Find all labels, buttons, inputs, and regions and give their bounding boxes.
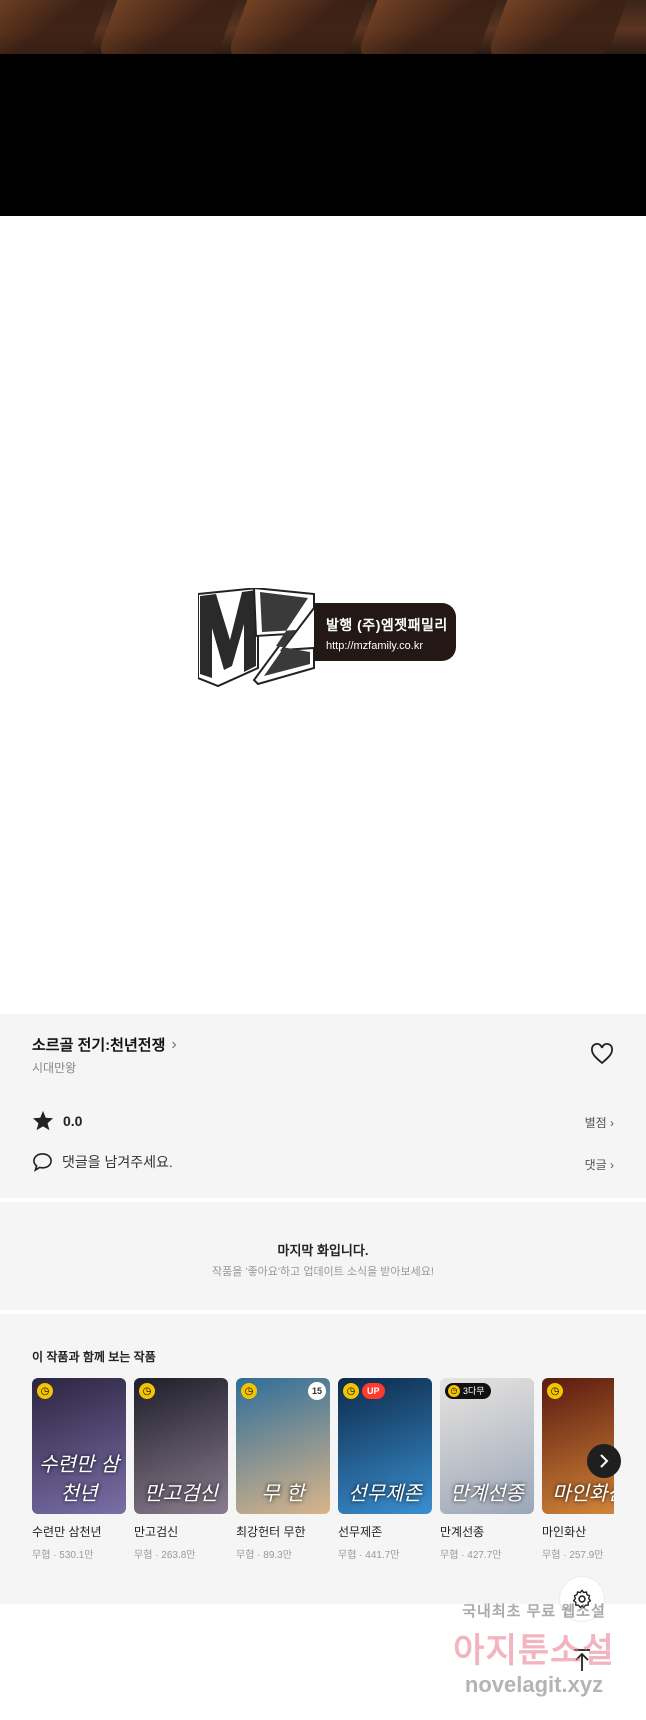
recommendation-cover: ◷ 15 무 한 (236, 1378, 330, 1514)
recommendation-meta: 무협 · 263.8만 (134, 1550, 196, 1561)
recommendation-meta: 무협 · 427.7만 (440, 1550, 502, 1561)
cover-title-art: 만고검신 (144, 1481, 218, 1505)
recommendation-card[interactable]: ◷ 15 무 한최강헌터 무한무협 · 89.3만 (236, 1378, 330, 1561)
chevron-right-icon: › (610, 1116, 614, 1130)
recommendation-title: 선무제존 (338, 1525, 383, 1539)
recommendation-card[interactable]: ◷ 만고검신 만고검신 무협 · 263.8만 (134, 1378, 228, 1561)
recommendations-carousel: ◷ 수련만 삼천년 수련만 삼천년 무협 · 530.1만 ◷ 만고검신 만고검신 무협 · … (32, 1378, 614, 1578)
last-episode-title: 마지막 화입니다. (277, 1243, 369, 1258)
chevron-right-icon (600, 1454, 609, 1468)
cover-title-art: 수련만 삼천년 (39, 1452, 119, 1505)
watermark-domain: novelagit.xyz (464, 1672, 604, 1697)
publisher-name: 발행 (주)엠젯패밀리 (326, 617, 448, 633)
recommendation-cover: ◷ 3다무만계선종 (440, 1378, 534, 1514)
chevron-right-icon: › (610, 1158, 614, 1172)
comment-placeholder: 댓글을 남겨주세요. (62, 1154, 173, 1170)
recommendation-title: 수련만 삼천년 (32, 1525, 102, 1539)
wait-free-clock-icon: ◷ (139, 1383, 155, 1399)
recommendation-cover: ◷ 수련만 삼천년 (32, 1378, 126, 1514)
rating-row: 0.0 (32, 1110, 82, 1131)
recommendation-cover: ◷ 만고검신 (134, 1378, 228, 1514)
wait-free-clock-icon: ◷ (547, 1383, 563, 1399)
star-icon (32, 1110, 54, 1131)
wait-badge: ◷ 3다무 (445, 1383, 491, 1399)
series-author: 시대만왕 (32, 1061, 77, 1075)
recommendation-card[interactable]: ◷ 수련만 삼천년 수련만 삼천년 무협 · 530.1만 (32, 1378, 126, 1561)
cover-title-art: 마인화산 (552, 1481, 614, 1505)
heart-icon[interactable] (590, 1043, 614, 1065)
comment-input-row[interactable]: 댓글을 남겨주세요. (32, 1152, 173, 1172)
recommendation-cover: ◷ UP 선무제존 (338, 1378, 432, 1514)
rate-button[interactable]: 별점 › (585, 1114, 614, 1131)
recommendation-card[interactable]: ◷ UP 선무제존 선무제존 무협 · 441.7만 (338, 1378, 432, 1561)
series-title: 소르골 전기:천년전쟁 (32, 1037, 166, 1054)
comic-image-top (0, 0, 646, 54)
recommendation-title: 마인화산 (542, 1525, 587, 1539)
comments-label: 댓글 (584, 1158, 607, 1172)
recommendation-meta: 무협 · 89.3만 (236, 1550, 292, 1561)
wait-badge-label: 3다무 (463, 1386, 485, 1396)
clock-icon: ◷ (448, 1385, 460, 1397)
wait-free-clock-icon: ◷ (241, 1383, 257, 1399)
recommendation-title: 만계선종 (440, 1525, 485, 1539)
wait-free-clock-icon: ◷ (37, 1383, 53, 1399)
recommendation-meta: 무협 · 257.9만 (542, 1550, 604, 1561)
comic-panel-black (0, 54, 646, 216)
speech-bubble-icon (33, 1153, 52, 1172)
carousel-next-button[interactable] (587, 1444, 621, 1478)
last-episode-subtitle: 작품을 '좋아요'하고 업데이트 소식을 받아보세요! (212, 1266, 434, 1278)
recommendation-title: 최강헌터 무한 (236, 1525, 306, 1539)
rating-value: 0.0 (63, 1112, 83, 1129)
wait-free-clock-icon: ◷ (343, 1383, 359, 1399)
watermark-brand: 아지툰소설 (453, 1632, 615, 1670)
publisher-info-pill: 발행 (주)엠젯패밀리 http://mzfamily.co.kr (314, 603, 456, 661)
chevron-right-icon: › (171, 1035, 177, 1053)
cover-title-art: 만계선종 (450, 1481, 524, 1505)
recommendation-title: 만고검신 (134, 1525, 179, 1539)
publisher-url: http://mzfamily.co.kr (326, 640, 423, 652)
cover-title-art: 선무제존 (348, 1481, 422, 1505)
recommendations-title: 이 작품과 함께 보는 작품 (32, 1350, 156, 1364)
series-title-link[interactable]: 소르골 전기:천년전쟁 › (32, 1034, 177, 1055)
comments-button[interactable]: 댓글 › (585, 1156, 614, 1173)
update-badge: UP (362, 1383, 385, 1399)
watermark-tagline: 국내최초 무료 웹소설 (462, 1603, 606, 1620)
recommendation-card[interactable]: ◷ 3다무 만계선종 만계선종 무협 · 427.7만 (440, 1378, 534, 1561)
rate-label: 별점 (584, 1116, 607, 1130)
site-watermark: 국내최초 무료 웹소설 아지툰소설 novelagit.xyz (444, 1600, 624, 1710)
age-rating-badge: 15 (308, 1382, 326, 1400)
cover-title-art: 무 한 (261, 1481, 305, 1505)
recommendation-meta: 무협 · 441.7만 (338, 1550, 400, 1561)
recommendation-meta: 무협 · 530.1만 (32, 1550, 94, 1561)
